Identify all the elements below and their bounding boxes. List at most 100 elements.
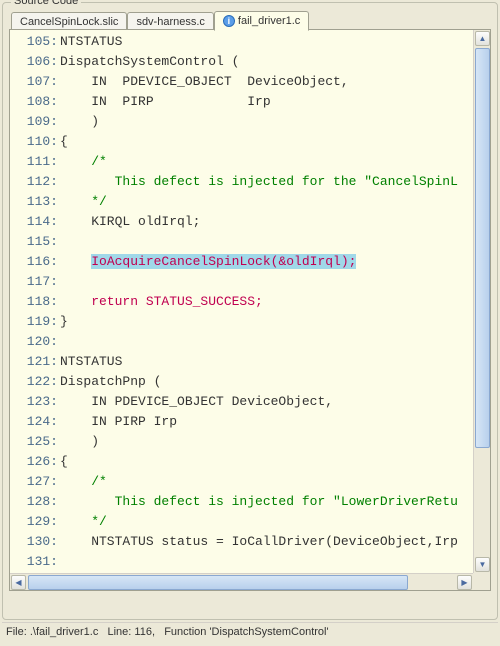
code-line[interactable]: 109: ): [10, 112, 473, 132]
line-number: 120:: [10, 332, 60, 352]
line-content: This defect is injected for "LowerDriver…: [60, 492, 473, 512]
line-number: 115:: [10, 232, 60, 252]
line-content: {: [60, 452, 473, 472]
highlighted-code: IoAcquireCancelSpinLock(&oldIrql);: [91, 254, 356, 269]
code-line[interactable]: 118: return STATUS_SUCCESS;: [10, 292, 473, 312]
tab-cancelspinlock-slic[interactable]: CancelSpinLock.slic: [11, 12, 127, 30]
line-content: IN PDEVICE_OBJECT DeviceObject,: [60, 72, 473, 92]
line-content: {: [60, 132, 473, 152]
line-number: 129:: [10, 512, 60, 532]
line-content: IoAcquireCancelSpinLock(&oldIrql);: [60, 252, 473, 272]
status-file-label: File:: [6, 626, 27, 638]
code-line[interactable]: 114: KIRQL oldIrql;: [10, 212, 473, 232]
line-content: */: [60, 192, 473, 212]
line-content: DispatchPnp (: [60, 372, 473, 392]
code-line[interactable]: 119:}: [10, 312, 473, 332]
tab-bar: CancelSpinLock.slicsdv-harness.cifail_dr…: [9, 11, 491, 30]
line-number: 113:: [10, 192, 60, 212]
line-number: 119:: [10, 312, 60, 332]
status-func-label: Function: [164, 626, 206, 638]
code-line[interactable]: 130: NTSTATUS status = IoCallDriver(Devi…: [10, 532, 473, 552]
tab-label: fail_driver1.c: [238, 15, 300, 27]
line-content: IN PIRP Irp: [60, 92, 473, 112]
line-content: /*: [60, 472, 473, 492]
code-line[interactable]: 124: IN PIRP Irp: [10, 412, 473, 432]
info-icon: i: [223, 15, 235, 27]
code-line[interactable]: 111: /*: [10, 152, 473, 172]
code-line[interactable]: 122:DispatchPnp (: [10, 372, 473, 392]
line-content: NTSTATUS: [60, 32, 473, 52]
line-content: */: [60, 512, 473, 532]
line-number: 108:: [10, 92, 60, 112]
line-number: 118:: [10, 292, 60, 312]
line-number: 122:: [10, 372, 60, 392]
code-line[interactable]: 105:NTSTATUS: [10, 32, 473, 52]
horizontal-scrollbar[interactable]: ◀ ▶: [10, 573, 473, 590]
status-file-value: .\fail_driver1.c: [30, 626, 98, 638]
code-line[interactable]: 110:{: [10, 132, 473, 152]
line-content: IN PDEVICE_OBJECT DeviceObject,: [60, 392, 473, 412]
code-line[interactable]: 107: IN PDEVICE_OBJECT DeviceObject,: [10, 72, 473, 92]
tab-sdv-harness-c[interactable]: sdv-harness.c: [127, 12, 213, 30]
line-number: 107:: [10, 72, 60, 92]
line-number: 131:: [10, 552, 60, 572]
line-content: This defect is injected for the "CancelS…: [60, 172, 473, 192]
vertical-scroll-thumb[interactable]: [475, 48, 490, 448]
vertical-scrollbar[interactable]: ▲ ▼: [473, 30, 490, 573]
scroll-down-button[interactable]: ▼: [475, 557, 490, 572]
line-number: 117:: [10, 272, 60, 292]
code-line[interactable]: 126:{: [10, 452, 473, 472]
line-content: DispatchSystemControl (: [60, 52, 473, 72]
code-line[interactable]: 115:: [10, 232, 473, 252]
line-number: 114:: [10, 212, 60, 232]
chevron-right-icon: ▶: [461, 578, 467, 587]
line-number: 126:: [10, 452, 60, 472]
line-content: NTSTATUS: [60, 352, 473, 372]
line-number: 125:: [10, 432, 60, 452]
line-number: 111:: [10, 152, 60, 172]
line-number: 106:: [10, 52, 60, 72]
code-line[interactable]: 116: IoAcquireCancelSpinLock(&oldIrql);: [10, 252, 473, 272]
line-number: 110:: [10, 132, 60, 152]
line-number: 128:: [10, 492, 60, 512]
scroll-up-button[interactable]: ▲: [475, 31, 490, 46]
line-number: 130:: [10, 532, 60, 552]
line-content: return STATUS_SUCCESS;: [60, 292, 473, 312]
code-line[interactable]: 112: This defect is injected for the "Ca…: [10, 172, 473, 192]
line-number: 116:: [10, 252, 60, 272]
code-line[interactable]: 106:DispatchSystemControl (: [10, 52, 473, 72]
line-number: 105:: [10, 32, 60, 52]
code-line[interactable]: 120:: [10, 332, 473, 352]
code-line[interactable]: 128: This defect is injected for "LowerD…: [10, 492, 473, 512]
line-number: 123:: [10, 392, 60, 412]
code-line[interactable]: 108: IN PIRP Irp: [10, 92, 473, 112]
status-func-value: 'DispatchSystemControl': [209, 626, 328, 638]
chevron-up-icon: ▲: [479, 34, 487, 43]
code-line[interactable]: 117:: [10, 272, 473, 292]
code-line[interactable]: 123: IN PDEVICE_OBJECT DeviceObject,: [10, 392, 473, 412]
tab-label: CancelSpinLock.slic: [20, 16, 118, 28]
code-frame: 105:NTSTATUS106:DispatchSystemControl (1…: [9, 29, 491, 591]
scroll-left-button[interactable]: ◀: [11, 575, 26, 590]
code-line[interactable]: 121:NTSTATUS: [10, 352, 473, 372]
status-line-value: 116,: [134, 626, 155, 638]
line-content: ): [60, 432, 473, 452]
code-area[interactable]: 105:NTSTATUS106:DispatchSystemControl (1…: [10, 30, 473, 573]
code-line[interactable]: 129: */: [10, 512, 473, 532]
horizontal-scroll-thumb[interactable]: [28, 575, 408, 590]
line-content: NTSTATUS status = IoCallDriver(DeviceObj…: [60, 532, 473, 552]
line-content: KIRQL oldIrql;: [60, 212, 473, 232]
groupbox-title: Source Code: [11, 0, 81, 7]
code-line[interactable]: 131:: [10, 552, 473, 572]
scrollbar-corner: [473, 573, 490, 590]
code-line[interactable]: 125: ): [10, 432, 473, 452]
status-line-label: Line:: [108, 626, 132, 638]
code-line[interactable]: 113: */: [10, 192, 473, 212]
line-content: }: [60, 312, 473, 332]
scroll-right-button[interactable]: ▶: [457, 575, 472, 590]
line-number: 121:: [10, 352, 60, 372]
tab-fail-driver1-c[interactable]: ifail_driver1.c: [214, 11, 309, 31]
code-line[interactable]: 127: /*: [10, 472, 473, 492]
status-bar: File: .\fail_driver1.c Line: 116, Functi…: [2, 622, 498, 642]
line-content: /*: [60, 152, 473, 172]
